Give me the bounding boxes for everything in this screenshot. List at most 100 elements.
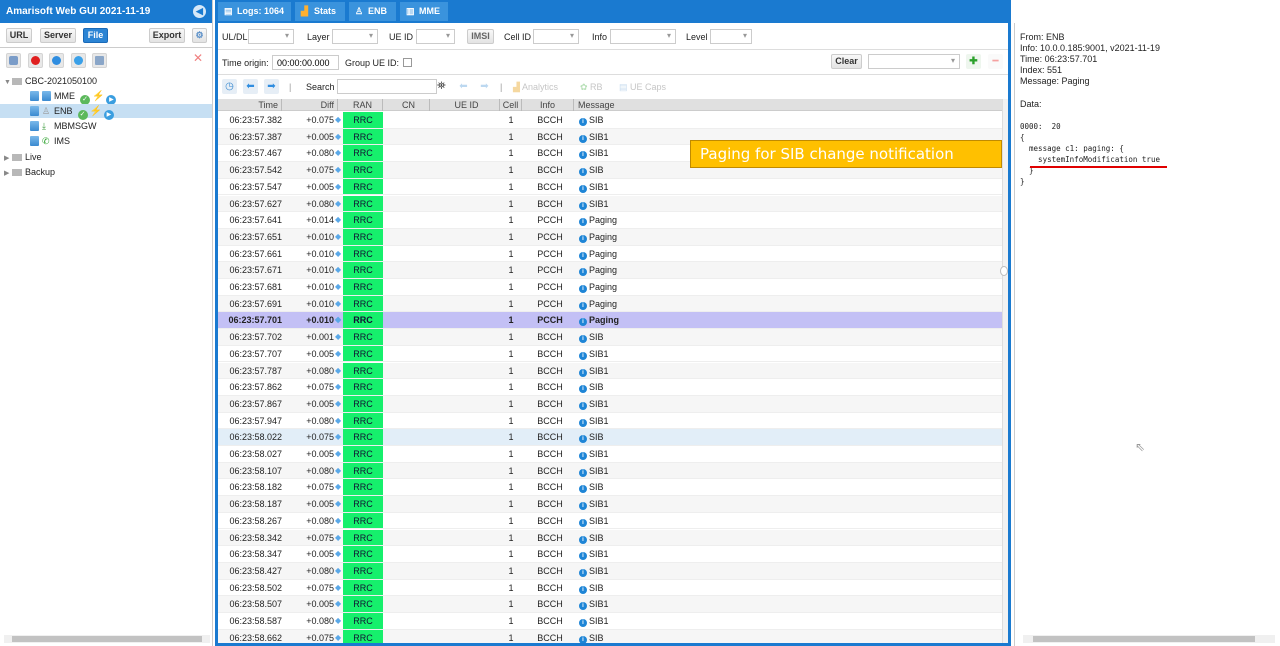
expand-icon[interactable]: ▶ [4,167,12,181]
table-row[interactable]: 06:23:58.502 +0.075 ◆ RRC 1 BCCH i SIB [218,579,1002,597]
table-row[interactable]: 06:23:58.427 +0.080 ◆ RRC 1 BCCH i SIB1 [218,562,1002,580]
info-icon[interactable]: i [579,268,587,277]
add-filter-icon[interactable]: ✚ [966,54,981,69]
table-row[interactable]: 06:23:58.182 +0.075 ◆ RRC 1 BCCH i SIB [218,479,1002,497]
tree-item-mme[interactable]: MME ✓ ⚡ ▶ [30,89,117,105]
table-row[interactable]: 06:23:57.867 +0.005 ◆ RRC 1 BCCH i SIB1 [218,395,1002,413]
left-horizontal-scrollbar[interactable] [4,635,210,643]
diff-arrow-icon[interactable]: ◆ [335,279,343,295]
column-header-message[interactable]: Message [574,99,1002,111]
table-row[interactable]: 06:23:58.507 +0.005 ◆ RRC 1 BCCH i SIB1 [218,596,1002,613]
table-row[interactable]: 06:23:57.641 +0.014 ◆ RRC 1 PCCH i Paging [218,212,1002,229]
tree-folder-backup[interactable]: ▶ Backup [4,165,55,179]
table-row[interactable]: 06:23:58.347 +0.005 ◆ RRC 1 BCCH i SIB1 [218,546,1002,563]
play-icon[interactable]: ▶ [103,110,114,120]
tab-stats[interactable]: ▟ Stats [295,2,345,21]
tree-item-mbmsgw[interactable]: ⤓ MBMSGW [30,119,97,133]
diff-arrow-icon[interactable]: ◆ [335,630,343,643]
info-icon[interactable]: i [579,385,587,394]
tree-item-enb[interactable]: ♙ ENB ✓ ⚡ ▶ [0,104,212,120]
diff-arrow-icon[interactable]: ◆ [335,162,343,178]
column-header-cell[interactable]: Cell [500,99,522,111]
info-icon[interactable]: i [579,435,587,444]
url-button[interactable]: URL [6,28,32,43]
table-row[interactable]: 06:23:57.691 +0.010 ◆ RRC 1 PCCH i Paging [218,295,1002,313]
server-button[interactable]: Server [40,28,76,43]
info-icon[interactable]: i [579,585,587,594]
diff-arrow-icon[interactable]: ◆ [335,613,343,629]
table-row[interactable]: 06:23:57.707 +0.005 ◆ RRC 1 BCCH i SIB1 [218,345,1002,363]
uldl-select[interactable] [248,29,294,44]
lightning-icon[interactable]: ⚡ [90,105,102,119]
table-row[interactable]: 06:23:57.947 +0.080 ◆ RRC 1 BCCH i SIB1 [218,412,1002,430]
clear-button[interactable]: Clear [831,54,862,69]
column-header-cn[interactable]: CN [388,99,430,111]
column-header-ran[interactable]: RAN [343,99,383,111]
info-icon[interactable]: i [579,184,587,193]
diff-arrow-icon[interactable]: ◆ [335,446,343,462]
analytics-button[interactable]: ▟ Analytics [513,82,558,93]
table-row[interactable]: 06:23:57.787 +0.080 ◆ RRC 1 BCCH i SIB1 [218,362,1002,380]
next-icon[interactable]: ➡ [264,79,279,94]
info-icon[interactable]: i [579,351,587,360]
info-icon[interactable]: i [579,452,587,460]
ueid-select[interactable] [416,29,455,44]
table-row[interactable]: 06:23:57.382 +0.075 ◆ RRC 1 BCCH i SIB [218,112,1002,129]
table-row[interactable]: 06:23:58.027 +0.005 ◆ RRC 1 BCCH i SIB1 [218,446,1002,463]
diff-arrow-icon[interactable]: ◆ [335,196,343,212]
info-icon[interactable]: i [579,318,587,327]
table-row[interactable]: 06:23:58.342 +0.075 ◆ RRC 1 BCCH i SIB [218,529,1002,547]
table-row[interactable]: 06:23:58.267 +0.080 ◆ RRC 1 BCCH i SIB1 [218,512,1002,530]
table-row[interactable]: 06:23:57.862 +0.075 ◆ RRC 1 BCCH i SIB [218,379,1002,396]
column-header-time[interactable]: Time [218,99,282,111]
info-icon[interactable]: i [579,552,587,561]
level-select[interactable] [710,29,752,44]
diff-arrow-icon[interactable]: ◆ [335,396,343,412]
export-button[interactable]: Export [149,28,185,43]
info-icon[interactable]: i [579,535,587,544]
diff-arrow-icon[interactable]: ◆ [335,496,343,512]
info-icon[interactable]: i [579,234,587,243]
table-row[interactable]: 06:23:57.702 +0.001 ◆ RRC 1 BCCH i SIB [218,329,1002,346]
info-icon[interactable]: i [579,418,587,427]
info-icon[interactable]: i [579,568,587,577]
diff-arrow-icon[interactable]: ◆ [335,379,343,395]
info-icon[interactable]: i [579,635,587,643]
column-header-ueid[interactable]: UE ID [434,99,500,111]
info-icon[interactable]: i [579,151,587,160]
ue-caps-button[interactable]: ▤ UE Caps [619,82,666,93]
info-icon[interactable]: i [579,602,587,611]
info-icon[interactable]: i [579,468,587,477]
diff-arrow-icon[interactable]: ◆ [335,329,343,345]
tab-mme[interactable]: ▥ MME [400,2,448,21]
info-icon[interactable]: i [579,301,587,310]
info-icon[interactable]: i [579,118,587,126]
diff-arrow-icon[interactable]: ◆ [335,546,343,562]
diff-arrow-icon[interactable]: ◆ [335,229,343,245]
file-button[interactable]: File [83,28,108,43]
info-icon[interactable]: i [579,201,587,210]
rb-button[interactable]: ✿ RB [580,82,603,93]
previous-icon[interactable]: ⬅ [243,79,258,94]
diff-arrow-icon[interactable]: ◆ [335,479,343,495]
plug-icon[interactable] [92,53,107,68]
clock-icon[interactable]: ◷ [222,79,237,94]
filter-preset-select[interactable] [868,54,960,69]
info-icon[interactable]: i [579,485,587,494]
cellid-select[interactable] [533,29,579,44]
diff-arrow-icon[interactable]: ◆ [335,596,343,612]
table-row[interactable]: 06:23:57.661 +0.010 ◆ RRC 1 PCCH i Paging [218,245,1002,263]
info-select[interactable] [610,29,676,44]
table-row[interactable]: 06:23:57.547 +0.005 ◆ RRC 1 BCCH i SIB1 [218,178,1002,196]
diff-arrow-icon[interactable]: ◆ [335,463,343,479]
table-row[interactable]: 06:23:58.107 +0.080 ◆ RRC 1 BCCH i SIB1 [218,462,1002,480]
delete-icon[interactable]: ✕ [193,51,203,65]
info-icon[interactable]: i [579,218,587,227]
pause-icon[interactable] [71,53,86,68]
table-row[interactable]: 06:23:58.022 +0.075 ◆ RRC 1 BCCH i SIB [218,429,1002,446]
scrollbar-thumb[interactable] [1033,636,1255,642]
info-icon[interactable]: i [579,285,587,293]
connect-icon[interactable]: ⚙ [192,28,207,43]
info-icon[interactable]: i [579,168,587,177]
diff-arrow-icon[interactable]: ◆ [335,179,343,195]
